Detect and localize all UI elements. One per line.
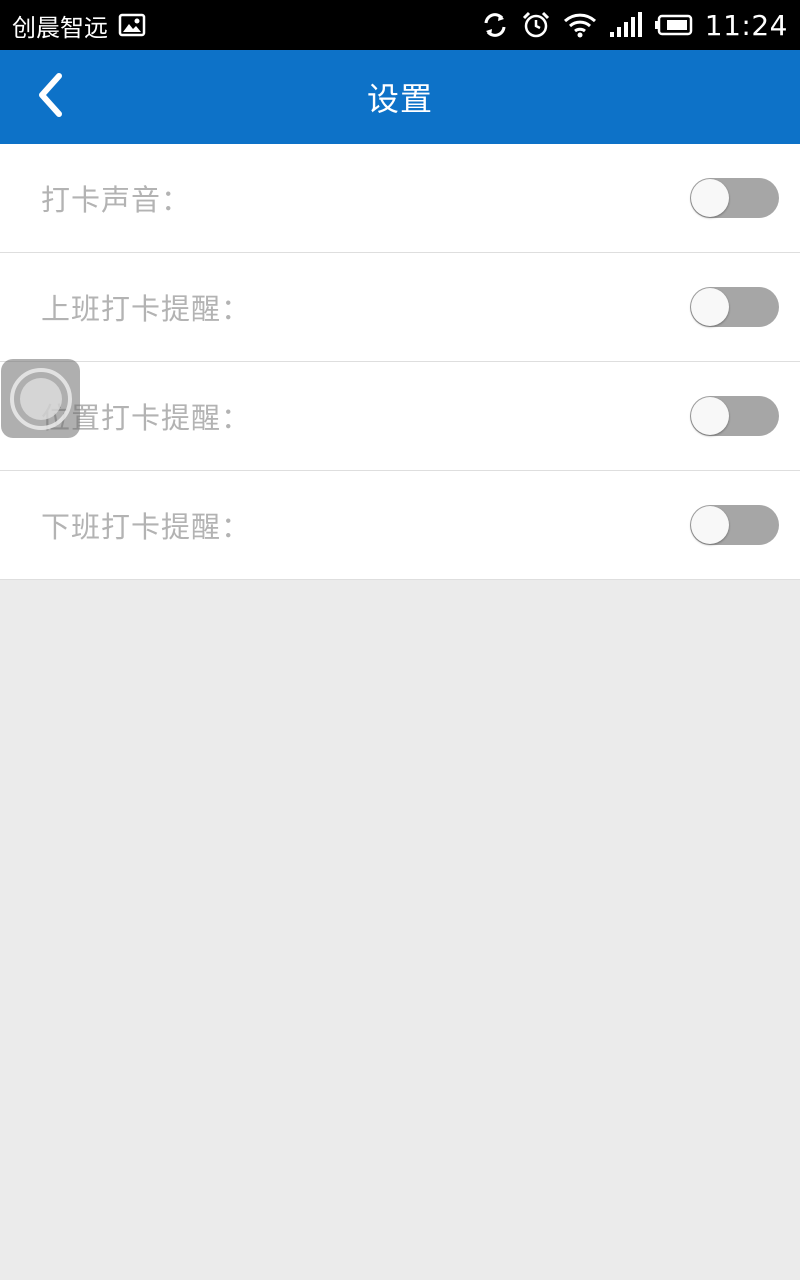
wifi-icon — [563, 11, 597, 39]
toggle-knob — [691, 397, 729, 435]
setting-row-clock-in-reminder: 上班打卡提醒： — [0, 253, 800, 362]
sync-icon — [481, 11, 509, 39]
toggle-knob — [691, 506, 729, 544]
status-time: 11:24 — [704, 8, 788, 42]
chevron-left-icon — [35, 73, 65, 121]
floating-assistive-button[interactable] — [1, 359, 80, 438]
app-bar: 设置 — [0, 50, 800, 144]
assistive-core — [19, 377, 62, 420]
location-reminder-toggle[interactable] — [690, 396, 779, 436]
page-title: 设置 — [366, 80, 433, 118]
setting-label: 上班打卡提醒： — [41, 292, 252, 326]
clock-out-reminder-toggle[interactable] — [690, 505, 779, 545]
assistive-ring-icon — [9, 367, 72, 430]
punch-sound-toggle[interactable] — [690, 178, 779, 218]
setting-row-location-reminder: 位置打卡提醒： — [0, 362, 800, 471]
setting-label: 打卡声音： — [41, 183, 192, 217]
setting-row-clock-out-reminder: 下班打卡提醒： — [0, 471, 800, 580]
toggle-knob — [691, 179, 729, 217]
battery-icon — [654, 14, 693, 36]
status-left: 创晨智远 — [0, 8, 146, 43]
image-icon — [118, 13, 146, 37]
back-button[interactable] — [20, 67, 80, 127]
alarm-icon — [521, 10, 551, 40]
setting-row-punch-sound: 打卡声音： — [0, 144, 800, 253]
signal-icon — [609, 12, 643, 38]
status-app-name: 创晨智远 — [12, 13, 108, 42]
status-bar: 创晨智远 11:24 — [0, 0, 800, 50]
setting-label: 下班打卡提醒： — [41, 510, 252, 544]
settings-list: 打卡声音： 上班打卡提醒： 位置打卡提醒： 下班打卡提醒： — [0, 144, 800, 580]
status-right: 11:24 — [481, 9, 800, 42]
toggle-knob — [691, 288, 729, 326]
clock-in-reminder-toggle[interactable] — [690, 287, 779, 327]
